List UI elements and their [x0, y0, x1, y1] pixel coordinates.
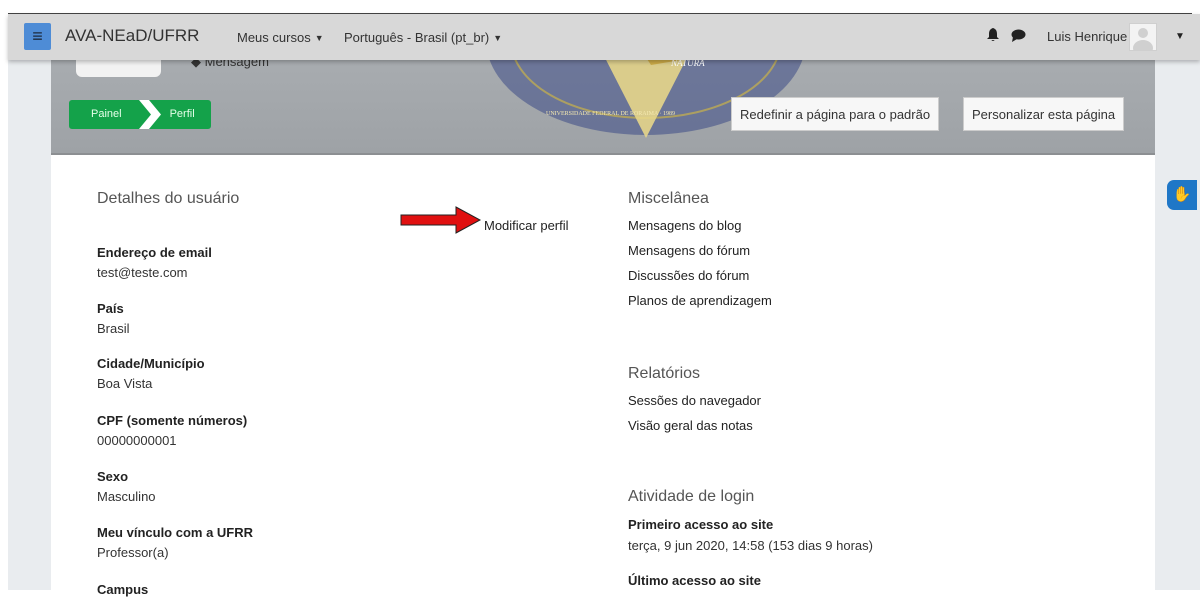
accessibility-widget-button[interactable]: ✋	[1167, 180, 1197, 210]
drawer-toggle-button[interactable]: ≡	[24, 23, 51, 50]
city-label: Cidade/Município	[97, 356, 205, 371]
forum-discussions-link[interactable]: Discussões do fórum	[628, 268, 749, 283]
language-label: Português - Brasil (pt_br)	[344, 30, 490, 45]
first-access-label: Primeiro acesso ao site	[628, 517, 774, 532]
login-activity-title: Atividade de login	[628, 488, 755, 505]
caret-down-icon: ▼	[314, 33, 324, 43]
bell-icon[interactable]	[987, 28, 999, 45]
sign-language-icon: ✋	[1172, 186, 1192, 203]
learning-plans-link[interactable]: Planos de aprendizagem	[628, 293, 772, 308]
cpf-value: 00000000001	[97, 433, 177, 448]
site-brand[interactable]: AVA-NEaD/UFRR	[65, 26, 199, 46]
reports-title: Relatórios	[628, 365, 701, 382]
user-details-title: Detalhes do usuário	[97, 190, 240, 207]
hamburger-icon: ≡	[32, 26, 43, 46]
sex-label: Sexo	[97, 469, 129, 484]
breadcrumb: Painel Perfil	[69, 100, 211, 129]
customize-page-button[interactable]: Personalizar esta página	[963, 97, 1125, 131]
forum-posts-link[interactable]: Mensagens do fórum	[628, 243, 750, 258]
email-label: Endereço de email	[97, 245, 212, 260]
misc-title: Miscelânea	[628, 190, 709, 207]
page-header: NATURA UNIVERSIDADE FEDERAL DE RORAIMA ·…	[51, 50, 1155, 153]
annotation-arrow-icon	[400, 206, 482, 234]
grades-overview-link[interactable]: Visão geral das notas	[628, 418, 753, 433]
my-courses-label: Meus cursos	[237, 30, 311, 45]
user-name[interactable]: Luis Henrique	[1047, 29, 1127, 44]
caret-down-icon: ▼	[493, 33, 503, 43]
edit-profile-link[interactable]: Modificar perfil	[484, 218, 569, 233]
user-avatar[interactable]	[1129, 23, 1157, 51]
logo-text-ring: UNIVERSIDADE FEDERAL DE RORAIMA · 1989	[546, 111, 675, 117]
city-value: Boa Vista	[97, 376, 153, 391]
country-label: País	[97, 301, 124, 316]
email-value: test@teste.com	[97, 265, 188, 280]
window-top-edge	[0, 0, 1200, 14]
first-access-value: terça, 9 jun 2020, 14:58 (153 dias 9 hor…	[628, 538, 873, 553]
browser-sessions-link[interactable]: Sessões do navegador	[628, 393, 761, 408]
top-navbar: ≡ AVA-NEaD/UFRR Meus cursos ▼ Português -…	[8, 14, 1200, 60]
profile-content-card: Detalhes do usuário Modificar perfil End…	[51, 153, 1155, 597]
messages-icon[interactable]	[1011, 29, 1026, 45]
bond-label: Meu vínculo com a UFRR	[97, 525, 254, 540]
reset-page-button[interactable]: Redefinir a página para o padrão	[731, 97, 940, 131]
bond-value: Professor(a)	[97, 545, 169, 560]
breadcrumb-chevron-icon	[139, 100, 161, 129]
language-menu[interactable]: Português - Brasil (pt_br) ▼	[344, 30, 502, 45]
country-value: Brasil	[97, 321, 130, 336]
user-menu-caret-icon[interactable]: ▼	[1175, 31, 1185, 42]
blog-posts-link[interactable]: Mensagens do blog	[628, 218, 741, 233]
breadcrumb-painel[interactable]: Painel	[69, 100, 142, 129]
user-silhouette-icon	[1133, 28, 1153, 50]
last-access-label: Último acesso ao site	[628, 573, 761, 588]
sex-value: Masculino	[97, 489, 156, 504]
my-courses-menu[interactable]: Meus cursos ▼	[237, 30, 324, 45]
cpf-label: CPF (somente números)	[97, 413, 248, 428]
